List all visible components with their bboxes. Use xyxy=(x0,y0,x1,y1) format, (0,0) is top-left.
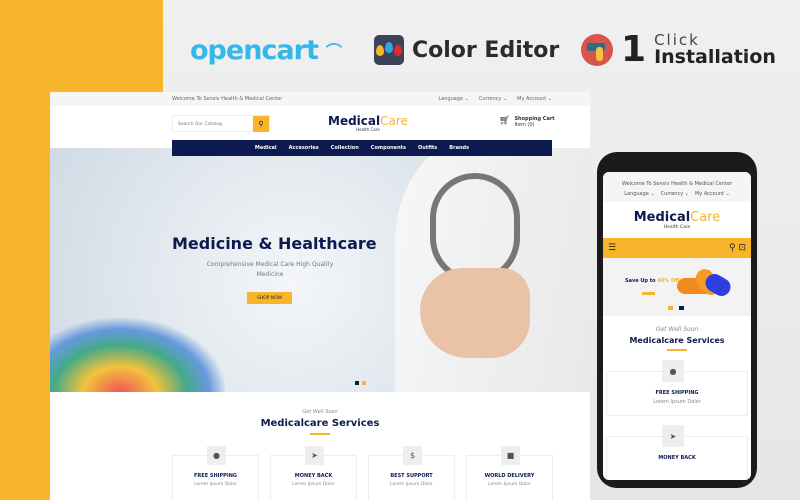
search-button[interactable]: ⚲ xyxy=(253,116,269,132)
search-placeholder: Search Our Catalog xyxy=(178,122,222,127)
service-desc: Lorem Ipsum Dolor xyxy=(390,482,433,487)
services-title: Medicalcare Services xyxy=(260,418,380,429)
one-click-badge: 1 Click Installation xyxy=(581,30,776,70)
slide-dot[interactable] xyxy=(362,381,366,385)
mobile-welcome: Welcome To Sensiv Health & Medical Cente… xyxy=(621,181,733,187)
services-title: Medicalcare Services xyxy=(629,336,725,345)
mobile-top-bar: Welcome To Sensiv Health & Medical Cente… xyxy=(603,172,751,202)
globe-icon: ● xyxy=(207,446,226,465)
click-hand-icon xyxy=(581,34,613,66)
logo-care: Care xyxy=(690,210,721,225)
color-editor-badge: Color Editor xyxy=(374,30,559,70)
service-desc: Lorem Ipsum Dolor xyxy=(653,399,701,405)
title-underline xyxy=(667,349,687,351)
search-icon[interactable]: ⚲ xyxy=(729,243,736,253)
services-kicker: Get Well Soon xyxy=(655,326,699,333)
nav-outfits[interactable]: Outfits xyxy=(418,145,437,151)
hamburger-menu-icon[interactable]: ☰ xyxy=(608,243,616,253)
mobile-language-dropdown[interactable]: Language ⌄ xyxy=(624,191,654,197)
globe-icon: ● xyxy=(662,360,684,382)
nav-components[interactable]: Components xyxy=(371,145,406,151)
one-label: 1 xyxy=(621,29,647,70)
title-underline xyxy=(310,433,330,435)
header: Search Our Catalog ⚲ MedicalCare Health Ca… xyxy=(50,106,590,140)
logo-tagline: Health Care xyxy=(663,225,691,230)
hero-banner: Medicine & Healthcare Comprehensive Medi… xyxy=(50,148,590,392)
service-card: ➤ MONEY BACK xyxy=(606,425,748,480)
mobile-account-dropdown[interactable]: My Account ⌄ xyxy=(695,191,730,197)
mobile-banner: Save Up to 40% Off xyxy=(603,258,751,316)
search-input[interactable]: Search Our Catalog ⚲ xyxy=(172,115,270,132)
dollar-icon: $ xyxy=(403,446,422,465)
shop-now-button[interactable]: SHOP NOW xyxy=(247,292,292,304)
capsules-image xyxy=(677,269,731,296)
installation-label: Installation xyxy=(654,46,776,68)
color-drops-icon xyxy=(374,35,404,65)
currency-dropdown[interactable]: Currency ⌄ xyxy=(479,96,507,102)
service-title: BEST SUPPORT xyxy=(390,473,433,479)
service-title: MONEY BACK xyxy=(294,473,333,479)
nav-accesories[interactable]: Accesories xyxy=(289,145,319,151)
nav-brands[interactable]: Brands xyxy=(449,145,469,151)
top-bar: Welcome To Sensiv Health & Medical Cente… xyxy=(50,92,590,106)
nav-medical[interactable]: Medical xyxy=(255,145,277,151)
cart-swoosh-icon: ⌒ xyxy=(325,42,342,61)
service-title: WORLD DELIVERY xyxy=(484,473,535,479)
mobile-logo[interactable]: MedicalCare Health Care xyxy=(603,210,751,230)
service-card: ■ WORLD DELIVERY Lorem Ipsum Dolor xyxy=(466,446,553,500)
cart-icon[interactable]: ⊡ xyxy=(738,243,746,253)
phone-screen: Welcome To Sensiv Health & Medical Cente… xyxy=(603,172,751,480)
banner-text: Save Up to 40% Off xyxy=(625,278,680,284)
doctor-hand-image xyxy=(420,268,530,358)
logo-medical: Medical xyxy=(633,210,691,225)
nav-collection[interactable]: Collection xyxy=(331,145,359,151)
slide-dot[interactable] xyxy=(355,381,359,385)
logo-care: Care xyxy=(380,114,408,128)
search-icon: ⚲ xyxy=(258,120,264,128)
paper-plane-icon: ➤ xyxy=(305,446,324,465)
service-desc: Lorem Ipsum Dolor xyxy=(488,482,531,487)
service-card: ● FREE SHIPPING Lorem Ipsum Dolor xyxy=(606,360,748,416)
slide-dot[interactable] xyxy=(668,306,673,310)
welcome-text: Welcome To Sensiv Health & Medical Cente… xyxy=(172,96,283,102)
hero-subtitle: Comprehensive Medical Care High Quality … xyxy=(206,261,334,278)
main-nav: Medical Accesories Collection Components… xyxy=(172,140,552,156)
lock-icon: ■ xyxy=(501,446,520,465)
site-logo[interactable]: MedicalCare Health Care xyxy=(328,114,408,132)
desktop-preview: Welcome To Sensiv Health & Medical Cente… xyxy=(50,92,590,500)
service-title: FREE SHIPPING xyxy=(194,473,237,479)
slide-dot[interactable] xyxy=(679,306,684,310)
services-kicker: Get Well Soon xyxy=(302,409,338,415)
opencart-text: opencart xyxy=(190,34,319,66)
account-dropdown[interactable]: My Account ⌄ xyxy=(517,96,552,102)
language-dropdown[interactable]: Language ⌄ xyxy=(438,96,468,102)
service-card: ● FREE SHIPPING Lorem Ipsum Dolor xyxy=(172,446,259,500)
services-section: Get Well Soon Medicalcare Services ● FREE… xyxy=(50,392,590,500)
service-card: ➤ MONEY BACK Lorem Ipsum Dolor xyxy=(270,446,357,500)
logo-medical: Medical xyxy=(328,114,381,128)
hero-title: Medicine & Healthcare xyxy=(172,234,377,253)
service-card: $ BEST SUPPORT Lorem Ipsum Dolor xyxy=(368,446,455,500)
stethoscope-image xyxy=(430,173,520,283)
shopping-cart[interactable]: 🛒︎ Shopping Cart Item (0) xyxy=(499,116,555,128)
mobile-phone-preview: Welcome To Sensiv Health & Medical Cente… xyxy=(597,152,757,488)
cart-count: Item (0) xyxy=(514,122,535,128)
service-desc: Lorem Ipsum Dolor xyxy=(194,482,237,487)
color-editor-label: Color Editor xyxy=(412,37,560,63)
service-desc: Lorem Ipsum Dolor xyxy=(292,482,335,487)
pills-image xyxy=(50,318,225,392)
slider-dots xyxy=(355,381,366,385)
cart-icon: 🛒︎ xyxy=(499,116,511,126)
mobile-menu-bar: ☰ ⚲ ⊡ xyxy=(603,238,751,258)
opencart-logo: opencart ⌒ xyxy=(190,30,342,70)
paper-plane-icon: ➤ xyxy=(662,425,684,447)
mobile-services: Get Well Soon Medicalcare Services ● FREE… xyxy=(603,326,751,480)
banner-button[interactable] xyxy=(642,292,655,295)
mobile-currency-dropdown[interactable]: Currency ⌄ xyxy=(661,191,689,197)
